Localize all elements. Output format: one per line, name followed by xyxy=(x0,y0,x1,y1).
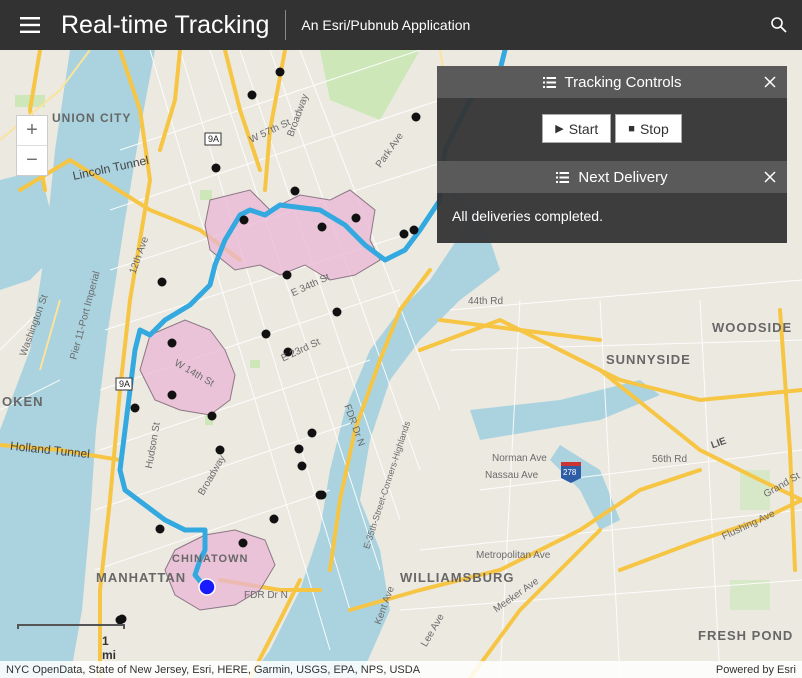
label-metropolitan: Metropolitan Ave xyxy=(476,550,551,561)
list-icon xyxy=(556,171,570,183)
start-button[interactable]: ▶ Start xyxy=(542,114,612,143)
route-9a-label: 9A xyxy=(208,134,220,144)
label-fresh-pond: FRESH POND xyxy=(698,628,794,643)
hamburger-icon xyxy=(20,17,40,33)
label-fdr-2: FDR Dr N xyxy=(244,590,288,601)
stop-icon: ■ xyxy=(628,122,635,135)
start-button-label: Start xyxy=(568,120,599,137)
scalebar-label: 1 mi xyxy=(102,634,117,662)
scalebar-line xyxy=(17,624,125,629)
tracking-controls-title: Tracking Controls xyxy=(564,73,682,91)
zoom-in-button[interactable]: + xyxy=(17,116,47,145)
close-icon[interactable] xyxy=(763,170,777,184)
label-union-city: UNION CITY xyxy=(52,111,132,125)
play-icon: ▶ xyxy=(555,123,564,135)
label-chinatown: CHINATOWN xyxy=(172,553,249,565)
app-header: Real-time Tracking An Esri/Pubnub Applic… xyxy=(0,0,802,50)
label-hoboken: OKEN xyxy=(2,394,44,409)
next-delivery-title: Next Delivery xyxy=(578,168,668,186)
menu-button[interactable] xyxy=(0,0,60,50)
powered-by-link[interactable]: Powered by Esri xyxy=(716,664,802,676)
scalebar: 1 mi xyxy=(17,624,125,662)
app-subtitle: An Esri/Pubnub Application xyxy=(301,17,471,33)
app-title: Real-time Tracking xyxy=(61,10,287,40)
attribution-bar: NYC OpenData, State of New Jersey, Esri,… xyxy=(0,661,802,678)
tracking-controls-panel: Tracking Controls ▶ Start ■ Stop xyxy=(437,66,787,161)
zoom-out-button[interactable]: − xyxy=(17,145,47,175)
label-44th-rd: 44th Rd xyxy=(468,296,504,307)
search-icon[interactable] xyxy=(770,16,788,34)
route-9a-label-2: 9A xyxy=(119,379,131,389)
next-delivery-panel: Next Delivery All deliveries completed. xyxy=(437,161,787,243)
zoom-control: + − xyxy=(16,115,48,176)
tracking-controls-header[interactable]: Tracking Controls xyxy=(437,66,787,98)
label-56th-rd: 56th Rd xyxy=(652,454,688,465)
list-icon xyxy=(542,76,556,88)
label-manhattan: MANHATTAN xyxy=(96,570,187,585)
label-woodside: WOODSIDE xyxy=(712,320,793,335)
close-icon[interactable] xyxy=(763,75,777,89)
stop-button[interactable]: ■ Stop xyxy=(615,114,682,143)
label-norman: Norman Ave xyxy=(492,453,547,464)
vehicle-marker[interactable] xyxy=(198,578,216,596)
next-delivery-header[interactable]: Next Delivery xyxy=(437,161,787,193)
label-nassau: Nassau Ave xyxy=(485,470,539,481)
attribution-sources: NYC OpenData, State of New Jersey, Esri,… xyxy=(6,663,421,676)
label-williamsburg: WILLIAMSBURG xyxy=(400,570,515,585)
delivery-message: All deliveries completed. xyxy=(452,208,603,224)
label-sunnyside: SUNNYSIDE xyxy=(606,352,691,367)
route-278-label: 278 xyxy=(563,468,577,477)
stop-button-label: Stop xyxy=(639,120,669,137)
